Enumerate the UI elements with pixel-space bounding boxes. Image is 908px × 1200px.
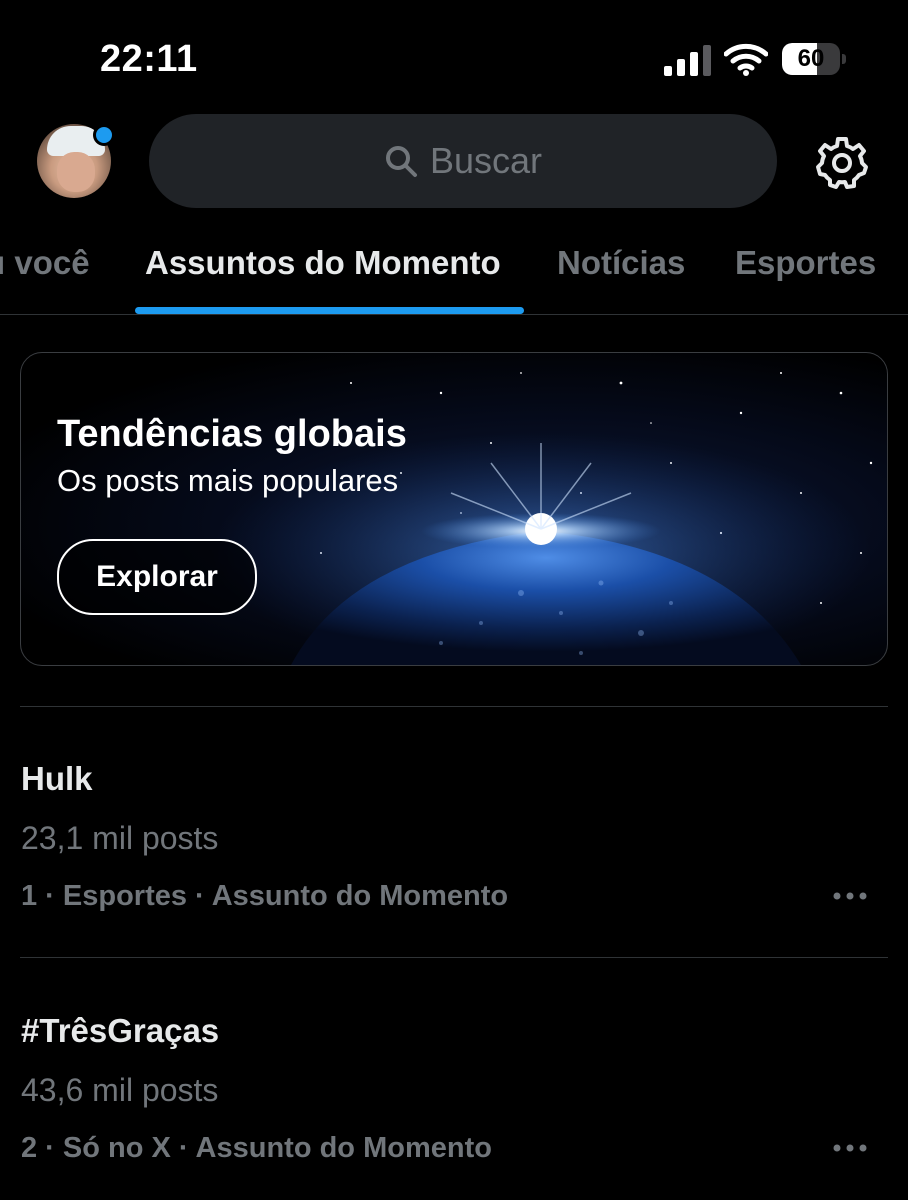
trend-name: Hulk [21, 760, 93, 797]
explore-tabs: ı você Assuntos do Momento Notícias Espo… [0, 230, 908, 315]
earth-image [211, 372, 873, 665]
status-time: 22:11 [100, 38, 198, 80]
more-icon[interactable] [832, 1142, 868, 1154]
trend-item[interactable]: #TrêsGraças 43,6 mil posts 2 · Só no X ·… [0, 962, 908, 1192]
tab-assuntos-do-momento[interactable]: Assuntos do Momento [145, 244, 501, 282]
divider [20, 957, 888, 958]
trend-context: 2 · Só no X · Assunto do Momento [21, 1132, 492, 1164]
trend-post-count: 23,1 mil posts [21, 820, 219, 856]
active-tab-indicator [135, 307, 524, 314]
divider [20, 706, 888, 707]
search-input[interactable]: Buscar [149, 114, 777, 208]
trend-post-count: 43,6 mil posts [21, 1072, 219, 1108]
tab-para-voce[interactable]: ı você [0, 244, 90, 282]
notification-dot [93, 124, 115, 146]
battery-cap [842, 54, 846, 64]
banner-title: Tendências globais [57, 413, 407, 455]
avatar-face [57, 152, 95, 192]
explore-button[interactable]: Explorar [57, 539, 257, 615]
trend-context: 1 · Esportes · Assunto do Momento [21, 880, 509, 912]
search-placeholder: Buscar [429, 140, 543, 181]
battery-body: 60 [782, 43, 840, 75]
trend-item[interactable]: Hulk 23,1 mil posts 1 · Esportes · Assun… [0, 710, 908, 940]
gear-icon[interactable] [815, 136, 869, 190]
wifi-icon [724, 43, 768, 76]
signal-icon [664, 45, 711, 76]
status-bar: 22:11 60 [0, 0, 908, 110]
more-icon[interactable] [832, 890, 868, 902]
banner-subtitle: Os posts mais populares [57, 463, 399, 498]
tab-esportes[interactable]: Esportes [735, 244, 876, 282]
search-icon [385, 146, 417, 177]
tab-noticias[interactable]: Notícias [557, 244, 685, 282]
battery-level: 60 [797, 45, 825, 72]
trend-name: #TrêsGraças [21, 1012, 220, 1049]
battery-indicator: 60 [782, 43, 846, 77]
global-trends-banner[interactable]: Tendências globais Os posts mais popular… [20, 352, 888, 666]
